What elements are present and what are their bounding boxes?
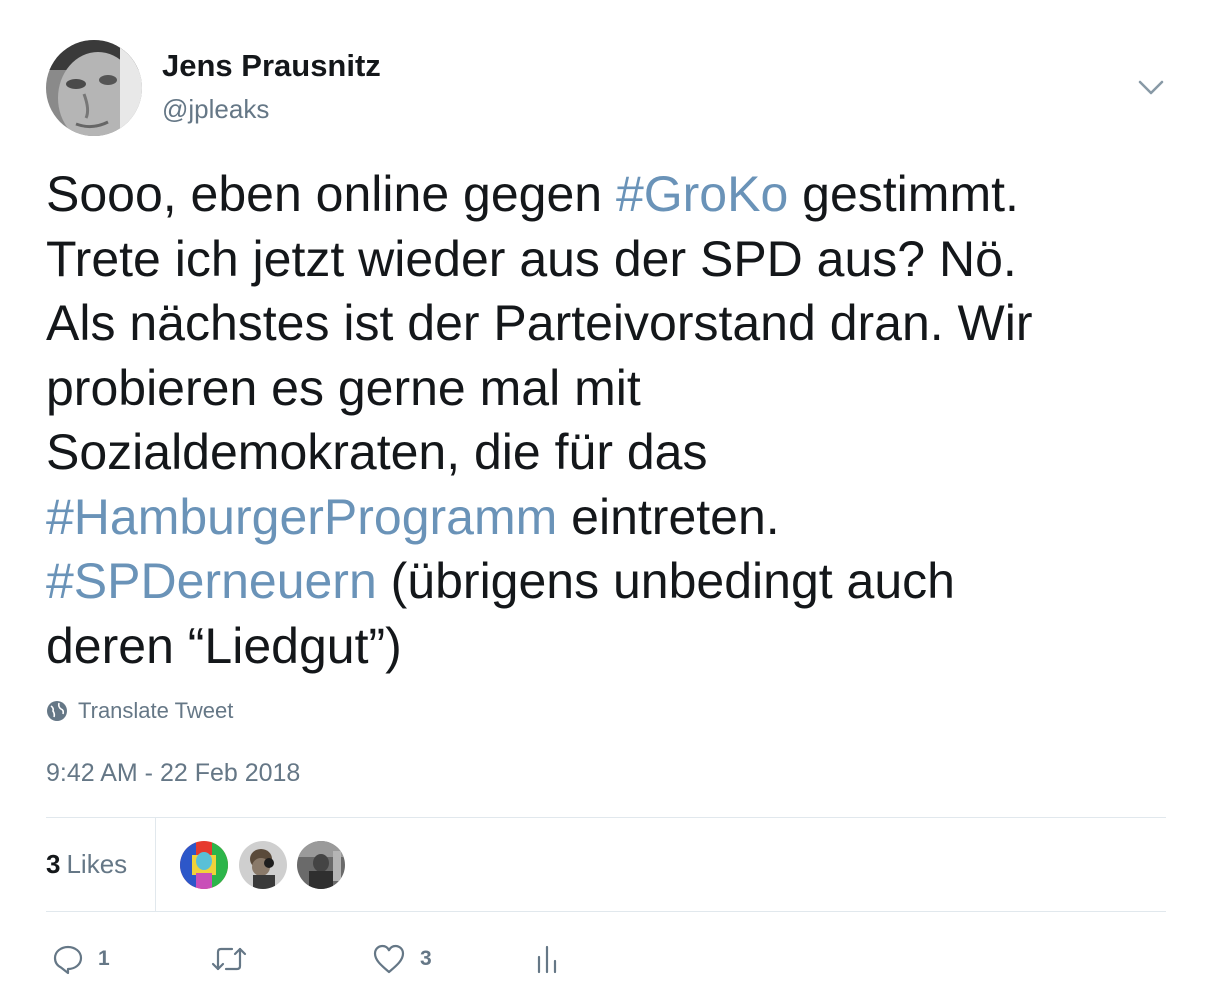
reply-icon [53, 945, 83, 975]
hashtag-link[interactable]: #GroKo [616, 166, 788, 222]
likes-count: 3 [46, 849, 61, 879]
stats-divider-top [46, 817, 1166, 818]
analytics-icon [537, 945, 557, 974]
likes-stat[interactable]: 3 Likes [46, 846, 127, 882]
author-handle[interactable]: @jpleaks [162, 92, 269, 126]
like-button[interactable]: 3 [372, 938, 432, 980]
liker-avatar[interactable] [297, 841, 345, 889]
tweet-text-segment: Sozialdemokraten, die für das [46, 424, 708, 480]
author-display-name[interactable]: Jens Prausnitz [162, 46, 381, 86]
tweet-text-line: Sozialdemokraten, die für das [46, 420, 1176, 485]
like-count: 3 [420, 947, 432, 970]
tweet-text-segment: probieren es gerne mal mit [46, 359, 641, 416]
tweet-text-segment: (übrigens unbedingt auch [376, 553, 955, 609]
tweet-text-segment: Trete ich jetzt wieder aus der SPD aus? … [46, 230, 1017, 287]
likes-label: Likes [66, 849, 128, 879]
liker-avatar[interactable] [180, 841, 228, 889]
tweet-text-line: #SPDerneuern (übrigens unbedingt auch [46, 549, 1176, 614]
stats-divider-bottom [46, 911, 1166, 912]
reply-button[interactable]: 1 [52, 938, 110, 980]
tweet-text-line: probieren es gerne mal mit [46, 356, 1176, 421]
retweet-icon [211, 947, 247, 971]
reply-count: 1 [98, 947, 110, 970]
chevron-down-icon[interactable] [1134, 72, 1168, 102]
tweet-text-segment: gestimmt. [788, 166, 1019, 222]
hashtag-link[interactable]: #SPDerneuern [46, 553, 377, 609]
hashtag-link[interactable]: #HamburgerProgramm [46, 489, 557, 545]
heart-icon [373, 944, 405, 974]
tweet-text-line: Trete ich jetzt wieder aus der SPD aus? … [46, 227, 1176, 292]
analytics-button[interactable] [534, 938, 560, 980]
tweet-text-segment: Sooo, eben online gegen [46, 166, 616, 222]
tweet-text-line: Sooo, eben online gegen #GroKo gestimmt. [46, 162, 1176, 227]
stats-divider-vertical [155, 818, 156, 911]
tweet-text-line: Als nächstes ist der Parteivorstand dran… [46, 291, 1176, 356]
author-avatar[interactable] [46, 40, 142, 136]
tweet-text-line: deren “Liedgut”) [46, 614, 1176, 679]
retweet-button[interactable] [210, 938, 262, 980]
translate-tweet-label: Translate Tweet [78, 698, 234, 723]
tweet-text: Sooo, eben online gegen #GroKo gestimmt.… [46, 162, 1176, 678]
tweet-text-segment: deren “Liedgut”) [46, 617, 402, 674]
liker-avatar[interactable] [239, 841, 287, 889]
tweet-text-segment: Als nächstes ist der Parteivorstand dran… [46, 295, 1033, 351]
globe-icon [47, 701, 67, 721]
tweet-timestamp[interactable]: 9:42 AM - 22 Feb 2018 [46, 756, 300, 790]
translate-tweet-link[interactable]: Translate Tweet [46, 696, 233, 726]
tweet-text-segment: eintreten. [557, 488, 780, 545]
tweet-text-line: #HamburgerProgramm eintreten. [46, 485, 1176, 550]
